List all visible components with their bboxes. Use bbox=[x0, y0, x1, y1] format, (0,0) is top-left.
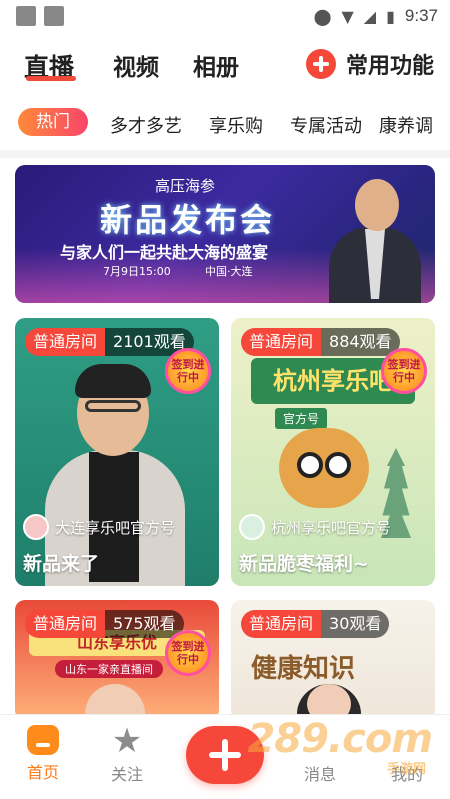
notification-icon bbox=[44, 6, 64, 26]
banner-slogan: 与家人们一起共赴大海的盛宴 bbox=[60, 243, 269, 262]
poster-subtitle: 山东一家亲直播间 bbox=[55, 660, 163, 678]
tab-album[interactable]: 相册 bbox=[193, 48, 239, 82]
banner-title: 新品发布会 bbox=[100, 201, 276, 239]
banner-location: 中国·大连 bbox=[205, 265, 253, 278]
active-tab-indicator bbox=[26, 76, 76, 81]
notification-icon bbox=[16, 6, 36, 26]
anchor-name: 杭州享乐吧官方号 bbox=[271, 518, 392, 537]
status-time: 9:37 bbox=[404, 6, 438, 25]
presenter-image bbox=[329, 179, 421, 303]
nav-follow-label: 关注 bbox=[110, 765, 143, 784]
poster-tag: 官方号 bbox=[275, 408, 328, 429]
view-count: 575观看 bbox=[105, 610, 184, 638]
live-card[interactable]: 普通房间 2101观看 签到进行中 大连享乐吧官方号 新品来了 bbox=[15, 318, 219, 586]
status-bar: ⬤ ▼ ◢ ▮ 9:37 bbox=[0, 0, 450, 34]
avatar bbox=[23, 514, 49, 540]
star-icon: ★ bbox=[111, 721, 143, 761]
room-badge: 普通房间 575观看 bbox=[25, 610, 184, 638]
category-talent[interactable]: 多才多艺 bbox=[110, 112, 182, 138]
location-icon: ⬤ bbox=[313, 6, 332, 26]
tab-video[interactable]: 视频 bbox=[113, 48, 159, 82]
anchor-info: 杭州享乐吧官方号 bbox=[239, 514, 391, 540]
status-indicators: ⬤ ▼ ◢ ▮ 9:37 bbox=[314, 6, 438, 26]
card-title: 新品来了 bbox=[23, 553, 100, 575]
home-icon bbox=[27, 725, 59, 755]
signin-badge: 签到进行中 bbox=[381, 348, 427, 394]
view-count: 884观看 bbox=[321, 328, 400, 356]
signin-badge: 签到进行中 bbox=[165, 630, 211, 676]
common-functions-label: 常用功能 bbox=[345, 54, 434, 79]
card-title: 新品脆枣福利~ bbox=[239, 553, 369, 575]
nav-follow[interactable]: ★ 关注 bbox=[92, 721, 162, 785]
nav-messages-label: 消息 bbox=[303, 765, 336, 784]
avatar bbox=[239, 514, 265, 540]
view-count: 30观看 bbox=[321, 610, 390, 638]
category-shopping[interactable]: 享乐购 bbox=[209, 112, 263, 138]
room-type: 普通房间 bbox=[241, 610, 322, 638]
live-card[interactable]: 杭州享乐吧 官方号 普通房间 884观看 签到进行中 杭州享乐吧官方号 新品脆枣… bbox=[231, 318, 435, 586]
mascot-image bbox=[279, 428, 369, 508]
room-badge: 普通房间 2101观看 bbox=[25, 328, 194, 356]
common-functions-button[interactable]: 常用功能 bbox=[305, 48, 434, 80]
anchor-info: 大连享乐吧官方号 bbox=[23, 514, 175, 540]
watermark-logo: 289.com bbox=[247, 716, 433, 762]
room-type: 普通房间 bbox=[25, 610, 106, 638]
live-card[interactable]: 山东享乐优 山东一家亲直播间 普通房间 575观看 签到进行中 bbox=[15, 600, 219, 720]
plus-icon bbox=[305, 49, 336, 79]
category-hot[interactable]: 热门 bbox=[18, 108, 88, 136]
divider bbox=[0, 150, 450, 158]
room-badge: 普通房间 30观看 bbox=[241, 610, 390, 638]
room-type: 普通房间 bbox=[25, 328, 106, 356]
signin-badge: 签到进行中 bbox=[165, 348, 211, 394]
nav-home-label: 首页 bbox=[26, 763, 59, 782]
live-card[interactable]: 健康知识 普通房间 30观看 bbox=[231, 600, 435, 720]
category-wellness[interactable]: 康养调 bbox=[379, 112, 433, 138]
banner-date: 7月9日15:00 bbox=[103, 265, 171, 278]
promo-banner[interactable]: 高压海参 新品发布会 与家人们一起共赴大海的盛宴 7月9日15:00 中国·大连 bbox=[15, 165, 435, 303]
nav-home[interactable]: 首页 bbox=[8, 725, 78, 783]
anchor-name: 大连享乐吧官方号 bbox=[55, 518, 176, 537]
room-type: 普通房间 bbox=[241, 328, 322, 356]
poster-title: 健康知识 bbox=[251, 654, 356, 684]
watermark-subtitle: 手游网 bbox=[386, 762, 426, 777]
wifi-icon: ▼ bbox=[341, 6, 354, 26]
status-notifications bbox=[16, 6, 64, 26]
signal-icon: ◢ bbox=[363, 6, 377, 26]
category-activities[interactable]: 专属活动 bbox=[290, 112, 362, 138]
banner-subtitle: 高压海参 bbox=[155, 177, 216, 195]
category-bar: 热门 多才多艺 享乐购 专属活动 康养调 bbox=[0, 108, 450, 140]
battery-icon: ▮ bbox=[386, 6, 395, 26]
room-badge: 普通房间 884观看 bbox=[241, 328, 400, 356]
